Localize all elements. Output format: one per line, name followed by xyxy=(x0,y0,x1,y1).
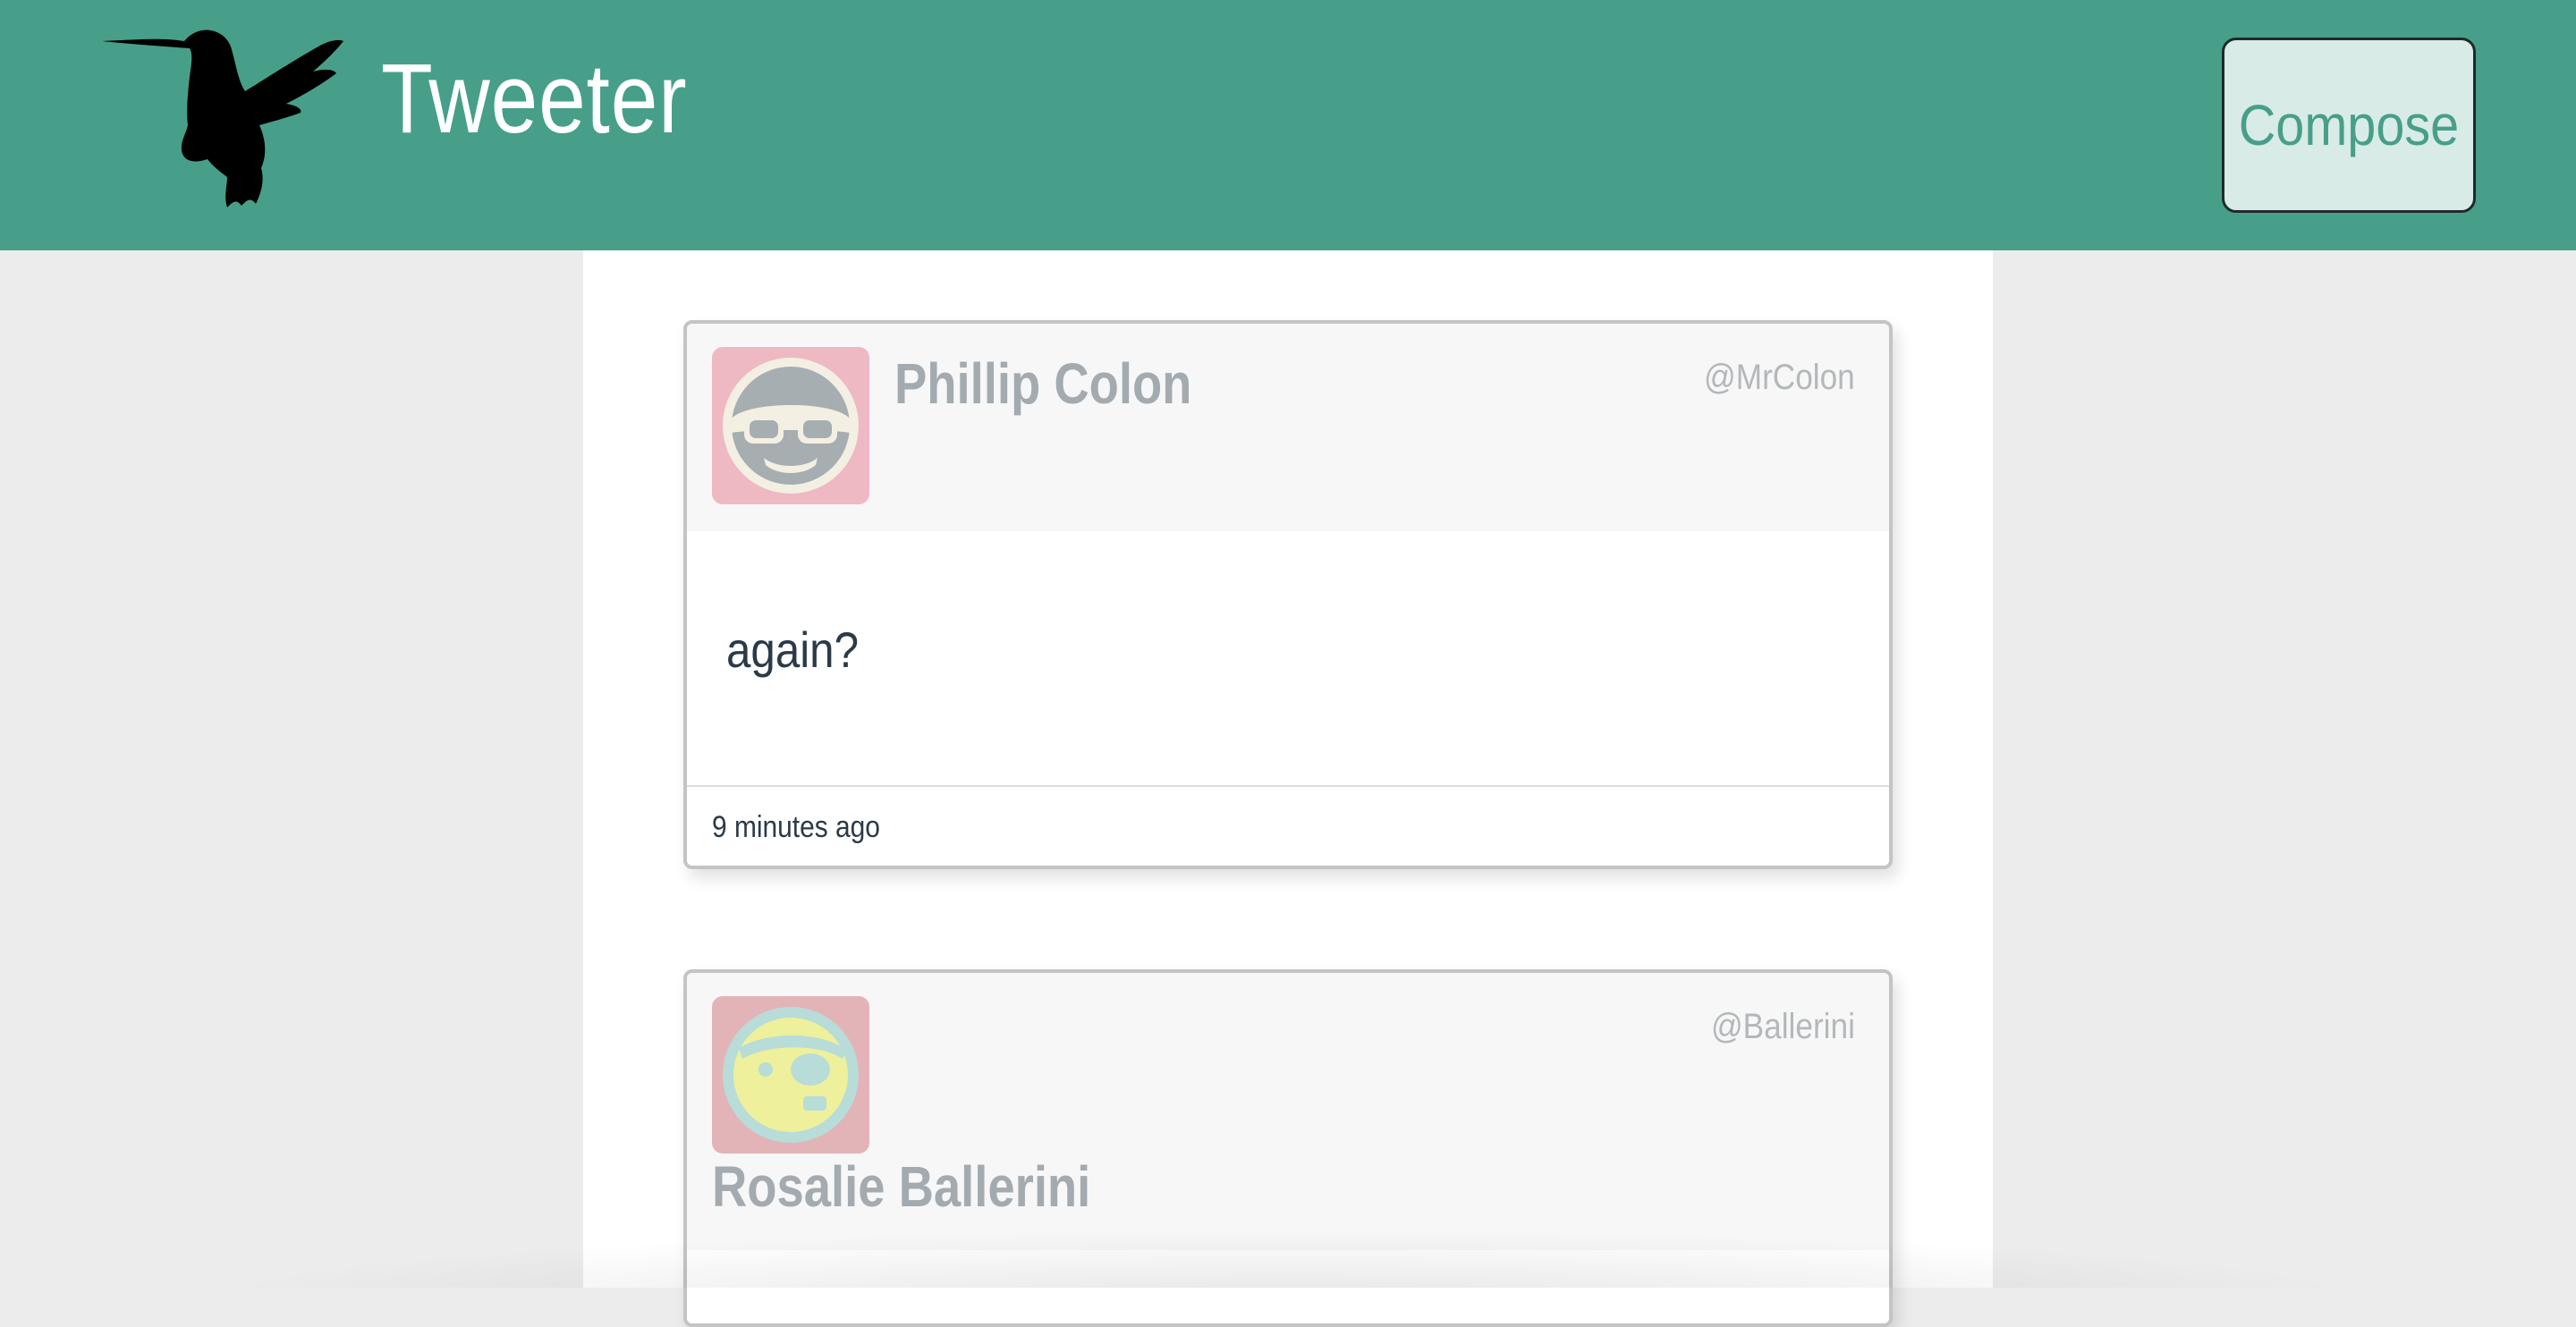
tweet-author-name: Rosalie Ballerini xyxy=(712,1154,1091,1219)
tweet-feed: Phillip Colon @MrColon again? 9 minutes … xyxy=(583,250,1993,1327)
tweet-author-handle: @MrColon xyxy=(1704,358,1855,397)
avatar-eyepatch-face-icon xyxy=(712,996,869,1154)
tweet-header: Rosalie Ballerini @Ballerini xyxy=(687,973,1889,1250)
tweet-card: Rosalie Ballerini @Ballerini xyxy=(683,969,1893,1327)
tweet-body: again? xyxy=(687,531,1889,785)
compose-button-label: Compose xyxy=(2238,93,2460,157)
tweet-body xyxy=(687,1250,1889,1323)
tweet-footer: 9 minutes ago xyxy=(687,785,1889,866)
hummingbird-icon xyxy=(102,30,343,207)
avatar xyxy=(712,996,869,1154)
tweet-card: Phillip Colon @MrColon again? 9 minutes … xyxy=(683,320,1893,869)
avatar xyxy=(712,347,869,504)
tweet-timestamp: 9 minutes ago xyxy=(712,810,880,844)
tweet-author-handle: @Ballerini xyxy=(1711,1007,1855,1046)
app-title: Tweeter xyxy=(381,44,688,154)
tweet-author-name: Phillip Colon xyxy=(894,351,1192,416)
compose-button[interactable]: Compose xyxy=(2222,38,2476,213)
top-navbar: Tweeter Compose xyxy=(0,0,2576,250)
avatar-sunglasses-face-icon xyxy=(712,347,869,504)
tweet-text: again? xyxy=(726,621,859,678)
tweet-header: Phillip Colon @MrColon xyxy=(687,324,1889,531)
